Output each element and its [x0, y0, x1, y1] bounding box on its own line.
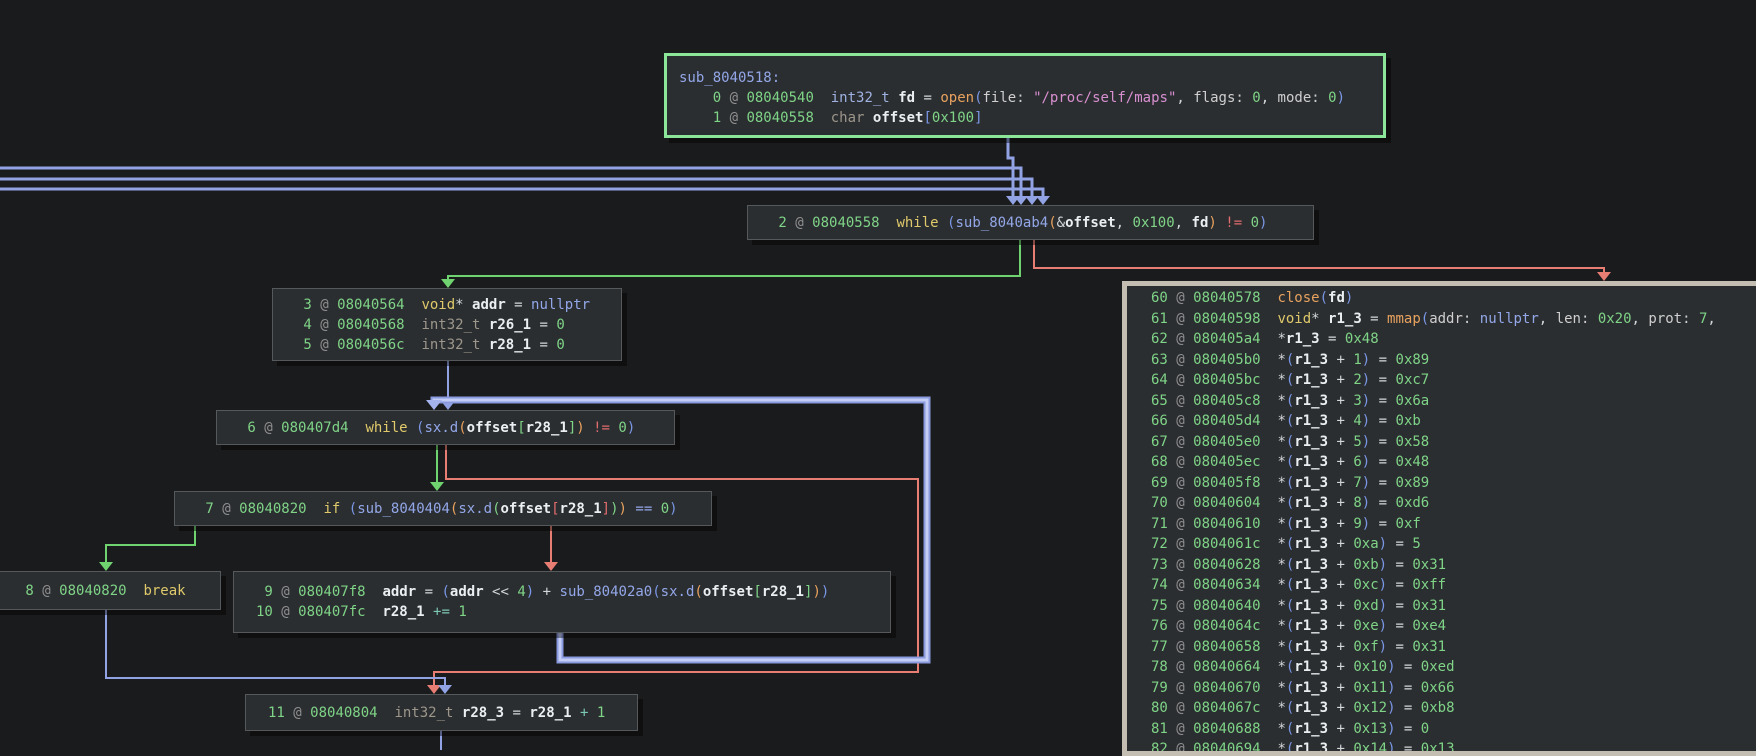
code-line: 70 @ 08040604 *(r1_3 + 8) = 0xd6: [1151, 495, 1430, 511]
edge-arrow: [1036, 196, 1050, 205]
code-line: 61 @ 08040598 void* r1_3 = mmap(addr: nu…: [1151, 310, 1716, 327]
code-line: 67 @ 080405e0 *(r1_3 + 5) = 0x58: [1151, 433, 1430, 450]
edge-arrow: [430, 482, 444, 491]
graph-node-if-hexcheck[interactable]: 7 @ 08040820 if (sub_8040404(sx.d(offset…: [174, 491, 712, 526]
code-line: 75 @ 08040640 *(r1_3 + 0xd) = 0x31: [1151, 597, 1447, 614]
graph-node-break[interactable]: 8 @ 08040820 break: [0, 571, 221, 610]
node-code: 2 @ 08040558 while (sub_8040ab4(&offset,…: [748, 206, 1313, 233]
code-line: 60 @ 08040578 close(fd): [1151, 290, 1354, 306]
node-code: 6 @ 080407d4 while (sx.d(offset[r28_1]) …: [217, 411, 674, 438]
code-line: 76 @ 0804064c *(r1_3 + 0xe) = 0xe4: [1151, 618, 1447, 634]
code-line: 63 @ 080405b0 *(r1_3 + 1) = 0x89: [1151, 351, 1430, 368]
code-line: 81 @ 08040688 *(r1_3 + 0x13) = 0: [1151, 720, 1430, 737]
code-line: 72 @ 0804061c *(r1_3 + 0xa) = 5: [1151, 536, 1421, 552]
edge-arrow: [426, 400, 442, 410]
node-code: 8 @ 08040820 break: [0, 572, 220, 601]
code-line: 9 @ 080407f8 addr = (addr << 4) + sub_80…: [256, 584, 830, 600]
edge-arrow: [1025, 196, 1039, 205]
edge-while-read-false: [1033, 240, 1611, 281]
edge-while-read-true: [441, 240, 1021, 288]
code-line: 74 @ 08040634 *(r1_3 + 0xc) = 0xff: [1151, 577, 1447, 593]
edge-incoming-left-3: [0, 187, 1050, 205]
edge-incoming-left-1: [0, 166, 1028, 205]
code-line: 3 @ 08040564 void* addr = nullptr: [295, 296, 591, 313]
node-code: 3 @ 08040564 void* addr = nullptr 4 @ 08…: [273, 289, 621, 355]
edge-arrow: [544, 562, 558, 571]
edge-if-true-break: [99, 525, 196, 571]
edge-if-false-body: [544, 525, 558, 571]
code-line: 65 @ 080405c8 *(r1_3 + 3) = 0x6a: [1151, 392, 1430, 409]
code-line: 79 @ 08040670 *(r1_3 + 0x11) = 0x66: [1151, 679, 1455, 696]
code-line: 7 @ 08040820 if (sub_8040404(sx.d(offset…: [197, 500, 678, 517]
graph-node-while-read[interactable]: 2 @ 08040558 while (sub_8040ab4(&offset,…: [747, 205, 1314, 240]
graph-node-while-char[interactable]: 6 @ 080407d4 while (sx.d(offset[r28_1]) …: [216, 410, 675, 445]
code-line: 64 @ 080405bc *(r1_3 + 2) = 0xc7: [1151, 372, 1430, 388]
node-code: 60 @ 08040578 close(fd) 61 @ 08040598 voi…: [1127, 286, 1756, 756]
code-line: 80 @ 0804067c *(r1_3 + 0x12) = 0xb8: [1151, 700, 1455, 716]
edge-arrow: [99, 562, 113, 571]
edge-entry-to-while-read: [1006, 138, 1020, 205]
graph-node-shellcode[interactable]: 60 @ 08040578 close(fd) 61 @ 08040598 voi…: [1122, 281, 1756, 756]
code-line: 71 @ 08040610 *(r1_3 + 9) = 0xf: [1151, 515, 1421, 532]
code-line: 6 @ 080407d4 while (sx.d(offset[r28_1]) …: [239, 419, 636, 436]
code-line: 0 @ 08040540 int32_t fd = open(file: "/p…: [679, 89, 1345, 106]
graph-node-entry[interactable]: sub_8040518: 0 @ 08040540 int32_t fd = o…: [664, 53, 1386, 138]
code-line: sub_8040518:: [679, 69, 781, 86]
node-code: 11 @ 08040804 int32_t r28_3 = r28_1 + 1: [246, 695, 637, 723]
edge-arrow: [1597, 272, 1611, 281]
code-line: 66 @ 080405d4 *(r1_3 + 4) = 0xb: [1151, 413, 1421, 429]
graph-node-incr[interactable]: 11 @ 08040804 int32_t r28_3 = r28_1 + 1: [245, 694, 638, 731]
code-line: 11 @ 08040804 int32_t r28_3 = r28_1 + 1: [268, 704, 606, 721]
graph-node-accumulate[interactable]: 9 @ 080407f8 addr = (addr << 4) + sub_80…: [233, 571, 891, 633]
edge-incoming-left-2: [0, 177, 1039, 205]
code-line: 4 @ 08040568 int32_t r26_1 = 0: [295, 316, 565, 333]
code-line: 2 @ 08040558 while (sub_8040ab4(&offset,…: [770, 214, 1268, 231]
graph-node-init-vars[interactable]: 3 @ 08040564 void* addr = nullptr 4 @ 08…: [272, 288, 622, 361]
graph-canvas[interactable]: sub_8040518: 0 @ 08040540 int32_t fd = o…: [0, 0, 1756, 756]
code-line: 62 @ 080405a4 *r1_3 = 0x48: [1151, 331, 1379, 347]
code-line: 77 @ 08040658 *(r1_3 + 0xf) = 0x31: [1151, 638, 1447, 655]
node-code: sub_8040518: 0 @ 08040540 int32_t fd = o…: [667, 56, 1383, 128]
node-code: 9 @ 080407f8 addr = (addr << 4) + sub_80…: [234, 572, 890, 622]
code-line: 73 @ 08040628 *(r1_3 + 0xb) = 0x31: [1151, 556, 1447, 573]
code-line: 69 @ 080405f8 *(r1_3 + 7) = 0x89: [1151, 474, 1430, 491]
code-line: 5 @ 0804056c int32_t r28_1 = 0: [295, 336, 565, 353]
node-code: 7 @ 08040820 if (sub_8040404(sx.d(offset…: [175, 492, 711, 519]
code-line: 1 @ 08040558 char offset[0x100]: [679, 109, 983, 126]
code-line: 68 @ 080405ec *(r1_3 + 6) = 0x48: [1151, 454, 1430, 470]
edge-arrow: [441, 279, 455, 288]
code-line: 10 @ 080407fc r28_1 += 1: [256, 604, 467, 620]
code-line: 8 @ 08040820 break: [17, 582, 186, 599]
code-line: 78 @ 08040664 *(r1_3 + 0x10) = 0xed: [1151, 659, 1455, 675]
edge-arrow: [427, 685, 441, 694]
edge-arrow: [438, 685, 452, 694]
code-line: 82 @ 08040694 *(r1_3 + 0x14) = 0x13: [1151, 741, 1455, 756]
edge-while-char-true: [430, 445, 444, 491]
